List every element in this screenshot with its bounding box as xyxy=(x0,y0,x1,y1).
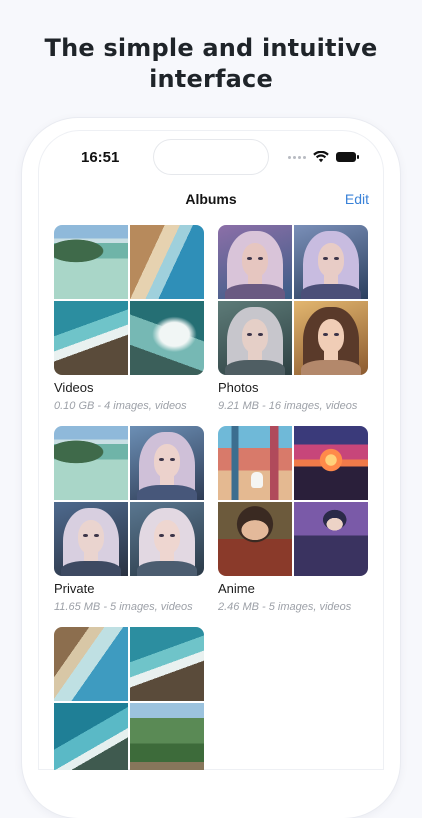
album-thumbnail xyxy=(54,502,128,576)
album-thumbnail xyxy=(130,225,204,299)
dynamic-island xyxy=(154,140,268,174)
edit-button[interactable]: Edit xyxy=(345,191,369,207)
headline-line-1: The simple and intuitive xyxy=(44,34,378,62)
album-name: Photos xyxy=(218,380,259,395)
album-meta: 9.21 MB - 16 images, videos xyxy=(218,400,358,412)
album-thumbnail-grid[interactable] xyxy=(54,627,204,770)
album-thumbnail xyxy=(218,502,292,576)
phone-screen: 16:51 Albums Edit Videos 0.10 GB - 4 ima… xyxy=(38,130,384,770)
headline: The simple and intuitive interface xyxy=(0,33,422,95)
album-thumbnail xyxy=(294,225,368,299)
nav-title: Albums xyxy=(185,191,237,207)
album-name: Videos xyxy=(54,380,94,395)
album-thumbnail xyxy=(218,225,292,299)
album-thumbnail xyxy=(54,703,128,770)
status-icons xyxy=(288,151,359,163)
album-card-5[interactable] xyxy=(54,627,204,770)
album-thumbnail-grid[interactable] xyxy=(54,225,204,375)
signal-icon xyxy=(288,155,306,159)
album-thumbnail xyxy=(54,225,128,299)
album-thumbnail-grid[interactable] xyxy=(218,225,368,375)
album-thumbnail xyxy=(130,627,204,701)
album-thumbnail xyxy=(130,301,204,375)
album-meta: 0.10 GB - 4 images, videos xyxy=(54,400,187,412)
album-thumbnail xyxy=(54,301,128,375)
album-thumbnail xyxy=(130,426,204,500)
album-thumbnail xyxy=(54,627,128,701)
album-thumbnail-grid[interactable] xyxy=(218,426,368,576)
album-thumbnail xyxy=(54,426,128,500)
album-thumbnail-grid[interactable] xyxy=(54,426,204,576)
status-time: 16:51 xyxy=(81,149,120,166)
album-card-anime[interactable]: Anime 2.46 MB - 5 images, videos xyxy=(218,426,368,614)
album-card-private[interactable]: Private 11.65 MB - 5 images, videos xyxy=(54,426,204,614)
album-meta: 11.65 MB - 5 images, videos xyxy=(54,601,193,613)
album-thumbnail xyxy=(294,301,368,375)
album-thumbnail xyxy=(294,426,368,500)
album-thumbnail xyxy=(218,426,292,500)
album-meta: 2.46 MB - 5 images, videos xyxy=(218,601,352,613)
album-card-photos[interactable]: Photos 9.21 MB - 16 images, videos xyxy=(218,225,368,413)
wifi-icon xyxy=(313,151,329,163)
album-thumbnail xyxy=(130,502,204,576)
album-thumbnail xyxy=(130,703,204,770)
album-thumbnail xyxy=(218,301,292,375)
battery-icon xyxy=(336,152,359,162)
album-name: Private xyxy=(54,581,95,596)
album-name: Anime xyxy=(218,581,255,596)
headline-line-2: interface xyxy=(149,65,273,93)
album-card-videos[interactable]: Videos 0.10 GB - 4 images, videos xyxy=(54,225,204,413)
album-thumbnail xyxy=(294,502,368,576)
